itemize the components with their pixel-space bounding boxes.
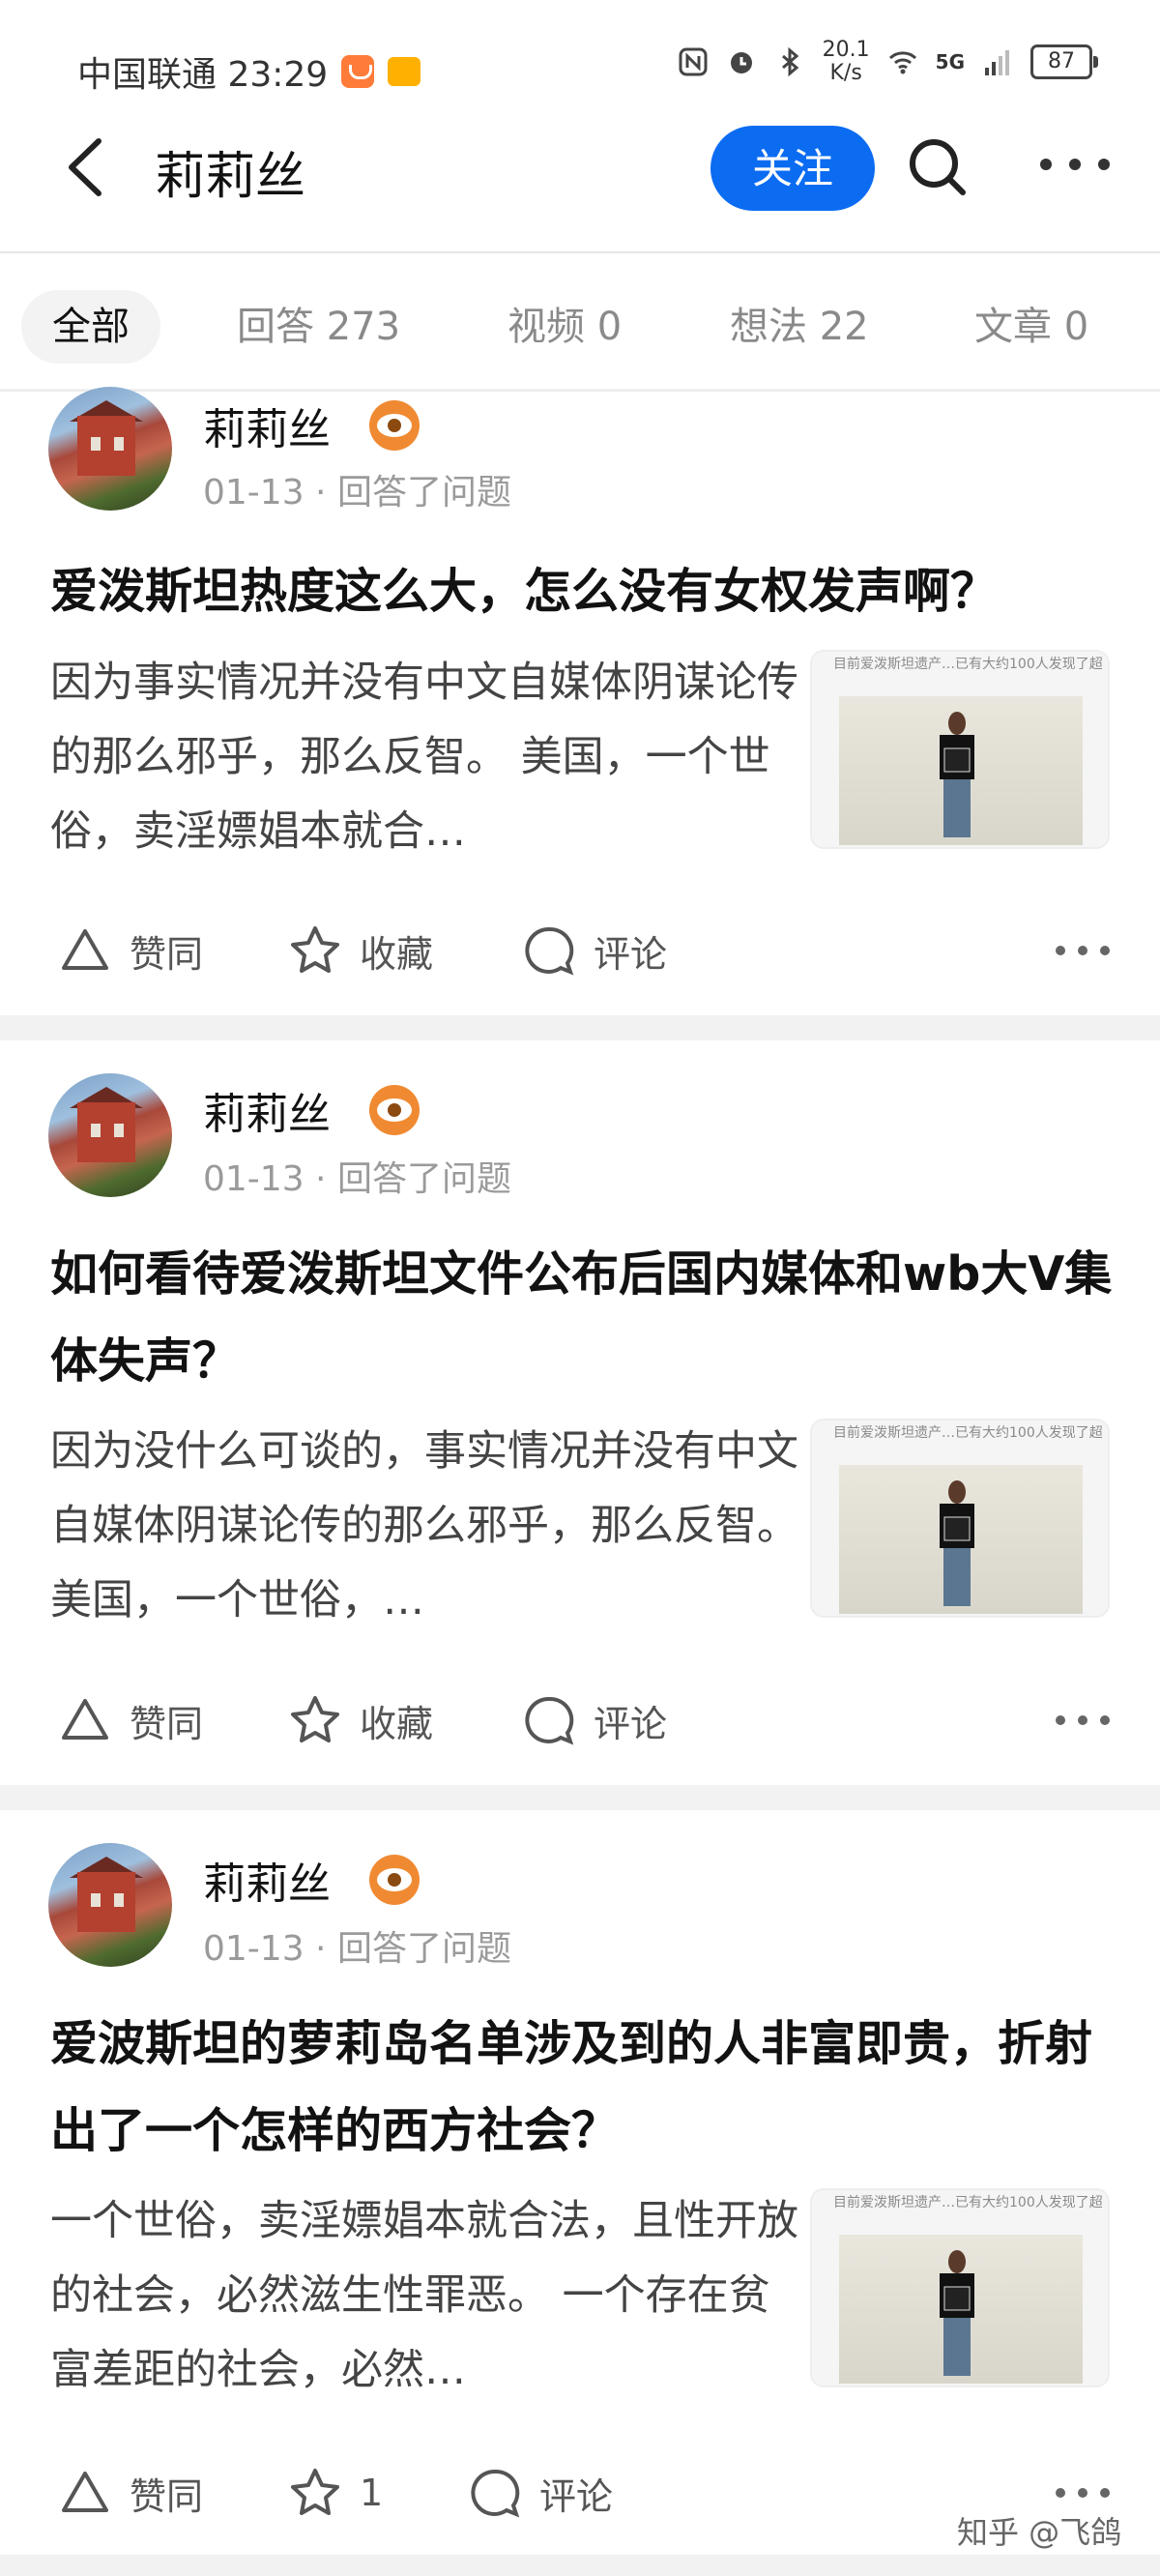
post-meta: 01-13 · 回答了问题 — [203, 473, 511, 512]
more-options-icon[interactable] — [1054, 1713, 1112, 1727]
comment-button[interactable]: 评论 — [522, 1677, 667, 1764]
answer-excerpt[interactable]: 因为没什么可谈的，事实情况并没有中文自媒体阴谋论传的那么邪乎，那么反智。 美国，… — [50, 1415, 804, 1638]
eye-badge-icon — [369, 1085, 420, 1135]
favorite-count: 1 — [360, 2472, 384, 2514]
like-button[interactable]: 赞同 — [58, 907, 203, 994]
action-bar: 赞同 收藏 评论 — [0, 907, 1160, 994]
speed-unit: K/s — [829, 61, 862, 85]
network-speed: 20.1 K/s — [823, 39, 870, 85]
like-button[interactable]: 赞同 — [58, 1677, 203, 1764]
answer-thumbnail[interactable]: 目前爱泼斯坦遗产…已有大约100人发现了超 1.25亿美元。 — [810, 2188, 1110, 2387]
watermark: 知乎 @飞鸽 — [957, 2514, 1122, 2551]
author-name[interactable]: 莉莉丝 — [203, 1079, 331, 1141]
like-label: 赞同 — [130, 932, 204, 976]
carrier-time: 中国联通 23:29 — [77, 55, 329, 95]
comment-button[interactable]: 评论 — [522, 907, 667, 994]
upvote-icon — [62, 2472, 108, 2512]
question-title[interactable]: 爱泼斯坦热度这么大，怎么没有女权发声啊？ — [50, 548, 1114, 635]
follow-button[interactable]: 关注 — [710, 126, 875, 211]
status-bar: 中国联通 23:29 20.1 K/s 5G 87 — [0, 0, 1160, 135]
status-left: 中国联通 23:29 — [77, 46, 421, 97]
page-title: 莉莉丝 — [155, 148, 306, 206]
network-type: 5G — [935, 50, 965, 73]
question-title[interactable]: 爱波斯坦的萝莉岛名单涉及到的人非富即贵，折射出了一个怎样的西方社会？ — [50, 2001, 1114, 2175]
battery-indicator: 87 — [1030, 44, 1098, 79]
comment-icon — [525, 1696, 574, 1745]
comment-label: 评论 — [594, 1702, 668, 1745]
more-options-icon[interactable] — [1036, 155, 1114, 174]
nfc-icon — [679, 47, 708, 76]
more-options-icon[interactable] — [1054, 944, 1112, 957]
favorite-label: 收藏 — [360, 932, 434, 976]
wifi-icon — [888, 51, 916, 74]
author-name[interactable]: 莉莉丝 — [203, 395, 331, 456]
post-meta: 01-13 · 回答了问题 — [203, 1159, 511, 1199]
action-bar: 赞同 收藏 评论 — [0, 1677, 1160, 1764]
comment-icon — [525, 926, 574, 976]
comment-icon — [471, 2469, 520, 2518]
tab-thoughts[interactable]: 想法 22 — [730, 290, 869, 364]
tab-articles[interactable]: 文章 0 — [974, 290, 1088, 364]
answer-thumbnail[interactable]: 目前爱泼斯坦遗产…已有大约100人发现了超 1.25亿美元。 — [810, 1419, 1110, 1618]
favorite-button[interactable]: 收藏 — [288, 907, 433, 994]
comment-label: 评论 — [539, 2474, 614, 2518]
tab-videos[interactable]: 视频 0 — [508, 290, 622, 364]
like-label: 赞同 — [130, 2474, 204, 2518]
thumbnail-caption: 目前爱泼斯坦遗产…已有大约100人发现了超 1.25亿美元。 — [833, 657, 1108, 672]
answer-excerpt[interactable]: 一个世俗，卖淫嫖娼本就合法，且性开放的社会，必然滋生性罪恶。 一个存在贫富差距的… — [50, 2184, 804, 2408]
upvote-icon — [62, 929, 108, 970]
comment-label: 评论 — [594, 932, 668, 976]
thumbnail-figure — [940, 712, 974, 837]
thumbnail-figure — [940, 2250, 974, 2376]
signal-icon — [985, 50, 1009, 75]
thumbnail-figure — [940, 1480, 974, 1606]
answer-excerpt[interactable]: 因为事实情况并没有中文自媒体阴谋论传的那么邪乎，那么反智。 美国，一个世俗，卖淫… — [50, 646, 804, 869]
favorite-label: 收藏 — [360, 1702, 434, 1745]
status-right: 20.1 K/s 5G 87 — [678, 39, 1098, 85]
favorite-button[interactable]: 1 — [288, 2449, 383, 2536]
star-icon — [291, 926, 339, 973]
star-icon — [291, 2469, 339, 2515]
speed-value: 20.1 — [822, 38, 870, 62]
thumbnail-caption: 目前爱泼斯坦遗产…已有大约100人发现了超 1.25亿美元。 — [833, 1425, 1108, 1441]
answer-thumbnail[interactable]: 目前爱泼斯坦遗产…已有大约100人发现了超 1.25亿美元。 — [810, 650, 1110, 849]
star-icon — [291, 1696, 339, 1742]
alarm-icon — [730, 52, 752, 73]
tab-answers[interactable]: 回答 273 — [237, 290, 400, 364]
search-icon[interactable] — [904, 133, 972, 201]
favorite-button[interactable]: 收藏 — [288, 1677, 433, 1764]
more-options-icon[interactable] — [1054, 2486, 1112, 2500]
thumbnail-caption: 目前爱泼斯坦遗产…已有大约100人发现了超 1.25亿美元。 — [833, 2195, 1108, 2210]
like-button[interactable]: 赞同 — [58, 2449, 203, 2536]
tab-all[interactable]: 全部 — [21, 290, 160, 364]
post-meta: 01-13 · 回答了问题 — [203, 1929, 511, 1969]
bluetooth-icon — [781, 46, 798, 77]
eye-badge-icon — [369, 400, 420, 451]
upvote-icon — [62, 1699, 108, 1740]
question-title[interactable]: 如何看待爱泼斯坦文件公布后国内媒体和wb大V集体失声？ — [50, 1231, 1114, 1405]
like-label: 赞同 — [130, 1702, 204, 1745]
feed-card[interactable] — [0, 1810, 1160, 2555]
eye-badge-icon — [369, 1855, 420, 1905]
author-name[interactable]: 莉莉丝 — [203, 1849, 331, 1911]
feed-card[interactable] — [0, 1040, 1160, 1785]
comment-button[interactable]: 评论 — [468, 2449, 613, 2536]
back-arrow-icon[interactable] — [60, 133, 118, 201]
avatar[interactable] — [48, 387, 172, 511]
app-notification-icon — [341, 55, 375, 88]
avatar[interactable] — [48, 1843, 172, 1967]
app-notification-icon-2 — [388, 57, 421, 86]
avatar[interactable] — [48, 1073, 172, 1197]
